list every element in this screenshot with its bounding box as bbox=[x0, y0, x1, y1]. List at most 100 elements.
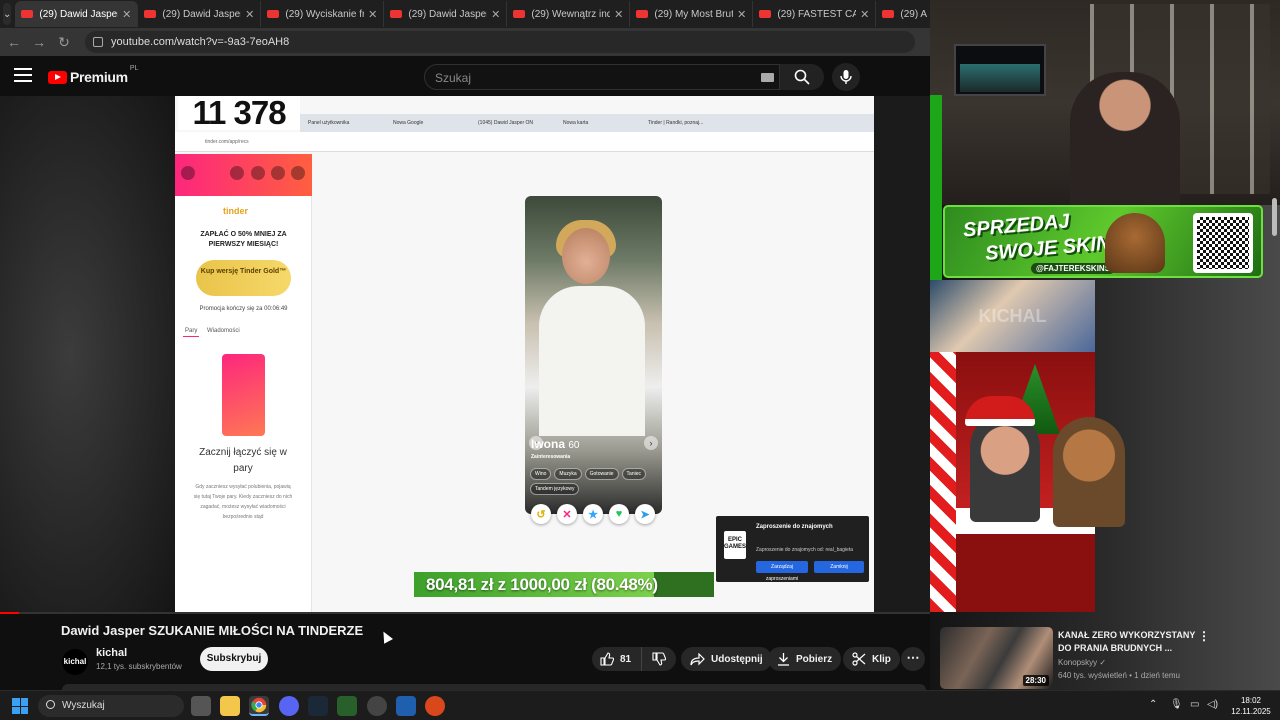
mouse-cursor-icon bbox=[379, 629, 393, 644]
obs-icon[interactable] bbox=[367, 696, 387, 716]
hamburger-menu-icon[interactable] bbox=[14, 68, 32, 82]
volume-icon[interactable]: ◁) bbox=[1207, 699, 1218, 710]
tab-close-icon[interactable]: ✕ bbox=[122, 8, 131, 21]
clip-button[interactable]: Klip bbox=[843, 647, 900, 671]
youtube-favicon-icon bbox=[882, 10, 895, 18]
browser-tab[interactable]: (29) Dawid Jasper ✕ bbox=[15, 1, 139, 27]
inner-browser-tabs: Panel użytkownika Nowa Google (1045) Dawid… bbox=[300, 114, 874, 132]
epic-popup-title: Zaproszenie do znajomych bbox=[756, 524, 833, 530]
video-title: Dawid Jasper SZUKANIE MIŁOŚCI NA TINDERZ… bbox=[61, 623, 364, 638]
browser-tab[interactable]: (29) My Most Brutal V ✕ bbox=[630, 1, 754, 27]
share-label: Udostępnij bbox=[711, 653, 763, 665]
streamer-webcam bbox=[930, 0, 1280, 205]
inner-browser-tab: Nowa karta bbox=[563, 120, 589, 126]
like-button[interactable]: 81 bbox=[592, 647, 642, 671]
tray-chevron-icon[interactable]: ⌃ bbox=[1149, 699, 1157, 710]
back-arrow-icon[interactable]: ← bbox=[3, 34, 25, 50]
brave-browser-icon[interactable] bbox=[425, 696, 445, 716]
forward-arrow-icon[interactable]: → bbox=[28, 34, 50, 50]
voice-search-button[interactable] bbox=[832, 63, 860, 91]
thumbs-down-icon bbox=[652, 652, 666, 666]
tinder-tab-messages: Wiadomości bbox=[207, 328, 240, 334]
dog-image bbox=[1053, 417, 1125, 527]
like-icon: ♥ bbox=[609, 504, 629, 524]
recommended-video[interactable]: 28:30 KANAŁ ZERO WYKORZYSTANY DO PRANIA … bbox=[940, 627, 1270, 691]
windows-start-icon[interactable] bbox=[12, 698, 28, 714]
tinder-explore-icon bbox=[251, 166, 265, 180]
excel-icon[interactable] bbox=[337, 696, 357, 716]
browser-tab[interactable]: (29) Wyciskanie franc ✕ bbox=[261, 1, 385, 27]
keyboard-icon[interactable] bbox=[761, 73, 774, 82]
reload-icon[interactable]: ↻ bbox=[53, 34, 75, 51]
tinder-sidebar: tinder ZAPŁAĆ O 50% MNIEJ ZA PIERWSZY MI… bbox=[175, 154, 312, 612]
download-button[interactable]: Pobierz bbox=[768, 647, 842, 671]
santa-man-image bbox=[970, 412, 1040, 522]
browser-tab[interactable]: (29) Wewnątrz indyjsk ✕ bbox=[507, 1, 631, 27]
inner-browser-tab: (1045) Dawid Jasper ON bbox=[478, 120, 534, 126]
tab-close-icon[interactable]: ✕ bbox=[860, 8, 869, 21]
tab-close-icon[interactable]: ✕ bbox=[245, 8, 254, 21]
share-button[interactable]: Udostępnij bbox=[681, 647, 772, 671]
recommended-menu-icon[interactable]: ⋮ bbox=[1198, 629, 1210, 643]
profile-name-text: Iwona bbox=[531, 437, 566, 451]
like-count: 81 bbox=[620, 653, 632, 665]
taskbar-search[interactable]: Wyszukaj bbox=[38, 695, 184, 717]
qr-code-icon bbox=[1193, 213, 1253, 273]
file-explorer-icon[interactable] bbox=[220, 696, 240, 716]
youtube-favicon-icon bbox=[267, 10, 280, 18]
candy-cane-decoration bbox=[930, 352, 956, 612]
tab-close-icon[interactable]: ✕ bbox=[737, 8, 746, 21]
steam-icon[interactable] bbox=[308, 696, 328, 716]
tab-label: (29) Dawid Jasper TE bbox=[162, 8, 242, 20]
epic-friend-request-popup: EPIC GAMES Zaproszenie do znajomych Zapr… bbox=[716, 516, 869, 582]
browser-tab[interactable]: (29) A✕ bbox=[876, 1, 930, 27]
tab-close-icon[interactable]: ✕ bbox=[614, 8, 623, 21]
page-scrollbar-thumb[interactable] bbox=[1272, 198, 1277, 236]
discord-icon[interactable] bbox=[279, 696, 299, 716]
clock-time: 18:02 bbox=[1240, 696, 1262, 705]
search-input[interactable]: Szukaj bbox=[424, 64, 780, 90]
tab-label: (29) FASTEST CAR ON bbox=[777, 8, 856, 20]
tab-close-icon[interactable]: ✕ bbox=[368, 8, 377, 21]
browser-tab[interactable]: (29) FASTEST CAR ON ✕ bbox=[753, 1, 877, 27]
recommended-channel[interactable]: Konopskyy ✓ bbox=[1058, 658, 1106, 667]
youtube-favicon-icon bbox=[144, 10, 157, 18]
browser-tab[interactable]: (29) Dawid Jasper TE✕ bbox=[138, 1, 262, 27]
microphone-tray-icon[interactable]: 🎙 bbox=[1170, 699, 1183, 710]
video-player[interactable]: 11 378 Panel użytkownika Nowa Google (1045… bbox=[0, 96, 930, 612]
network-icon[interactable]: ▭ bbox=[1190, 699, 1199, 710]
site-info-icon[interactable] bbox=[93, 37, 103, 47]
youtube-header: Premium PL Szukaj bbox=[0, 56, 930, 96]
tab-close-icon[interactable]: ✕ bbox=[491, 8, 500, 21]
chrome-icon[interactable] bbox=[249, 696, 269, 716]
app-icon[interactable] bbox=[396, 696, 416, 716]
channel-avatar[interactable]: kichal bbox=[62, 649, 88, 675]
browser-tab[interactable]: (29) Dawid Jasper ON✕ bbox=[384, 1, 508, 27]
more-actions-button[interactable]: ⋯ bbox=[901, 647, 925, 671]
search-button[interactable] bbox=[780, 64, 824, 90]
taskbar-search-icon bbox=[46, 700, 55, 709]
recommended-thumbnail[interactable]: 28:30 bbox=[940, 627, 1053, 689]
youtube-premium-logo[interactable]: Premium PL bbox=[48, 65, 138, 85]
taskbar-clock[interactable]: 18:02 12.11.2025 bbox=[1226, 695, 1276, 717]
tinder-profile-card: ‹ › Iwona 60 Zainteresowania Wino Muzyka G… bbox=[525, 196, 662, 514]
task-view-icon[interactable] bbox=[191, 696, 211, 716]
profile-chip: Tandem językowy bbox=[530, 483, 580, 495]
tinder-shield-icon bbox=[291, 166, 305, 180]
clock-date: 12.11.2025 bbox=[1231, 707, 1271, 716]
url-field[interactable]: youtube.com/watch?v=-9a3-7eoAH8 bbox=[85, 31, 915, 53]
dislike-button[interactable] bbox=[642, 652, 676, 666]
youtube-favicon-icon bbox=[21, 10, 34, 18]
verified-check-icon: ✓ bbox=[1099, 658, 1107, 667]
tinder-boost-icon bbox=[230, 166, 244, 180]
url-text: youtube.com/watch?v=-9a3-7eoAH8 bbox=[111, 36, 290, 48]
webcam-streamer bbox=[1070, 72, 1180, 205]
donation-goal-bar: 804,81 zł z 1000,00 zł (80.48%) bbox=[414, 572, 714, 597]
superlike-icon: ★ bbox=[583, 504, 603, 524]
subscribe-button[interactable]: Subskrybuj bbox=[200, 647, 268, 671]
recommended-title[interactable]: KANAŁ ZERO WYKORZYSTANY DO PRANIA BRUDNY… bbox=[1058, 629, 1198, 655]
profile-chip: Taniec bbox=[621, 468, 646, 480]
channel-name[interactable]: kichal bbox=[96, 647, 127, 659]
tinder-logo: tinder bbox=[223, 206, 249, 216]
tab-search-dropdown-icon[interactable]: ⌄ bbox=[3, 3, 12, 25]
